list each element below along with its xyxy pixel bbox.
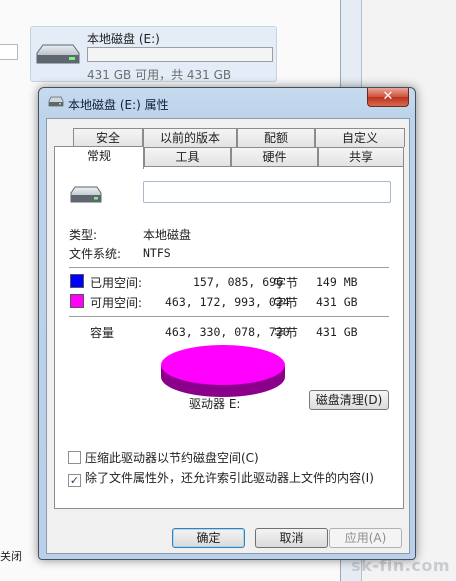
file-system-value: NTFS xyxy=(143,246,171,260)
type-label: 类型: xyxy=(69,228,98,242)
used-space-size: 149 MB xyxy=(316,275,358,289)
free-space-bytes: 463, 172, 993, 024 xyxy=(165,295,290,309)
general-panel: 类型: 本地磁盘 文件系统: NTFS 已用空间: 157, 085, 696 … xyxy=(54,166,404,509)
drive-caption: 驱动器 E: xyxy=(189,395,240,412)
type-value: 本地磁盘 xyxy=(143,228,192,242)
index-label: 除了文件属性外，还允许索引此驱动器上文件的内容(I) xyxy=(85,471,374,485)
divider xyxy=(69,267,389,268)
free-space-size: 431 GB xyxy=(316,295,358,309)
capacity-bytes: 463, 330, 078, 720 xyxy=(165,325,290,339)
file-system-label: 文件系统: xyxy=(69,247,122,261)
used-space-label: 已用空间: xyxy=(90,276,143,290)
hard-drive-icon xyxy=(69,185,103,208)
free-space-label: 可用空间: xyxy=(90,296,143,310)
tab-general[interactable]: 常规 xyxy=(54,146,144,169)
used-space-unit: 字节 xyxy=(274,276,299,290)
compress-label: 压缩此驱动器以节约磁盘空间(C) xyxy=(85,451,259,465)
volume-label-input[interactable] xyxy=(143,181,391,203)
capacity-label: 容量 xyxy=(90,326,115,340)
pie-free-slice xyxy=(161,345,285,385)
compress-checkbox[interactable] xyxy=(68,451,81,464)
free-space-unit: 字节 xyxy=(274,296,299,310)
capacity-size: 431 GB xyxy=(316,325,358,339)
used-space-bytes: 157, 085, 696 xyxy=(193,275,284,289)
index-option[interactable]: ✓ 除了文件属性外，还允许索引此驱动器上文件的内容(I) xyxy=(68,469,374,487)
index-checkbox[interactable]: ✓ xyxy=(68,474,81,487)
used-space-swatch xyxy=(70,274,84,288)
drive-caption-text: 驱动器 E: xyxy=(189,397,241,411)
compress-option[interactable]: 压缩此驱动器以节约磁盘空间(C) xyxy=(68,449,259,466)
disk-cleanup-button[interactable]: 磁盘清理(D) xyxy=(309,390,389,410)
dialog-client: 安全 以前的版本 配额 自定义 常规 工具 硬件 共享 类型: 本地磁盘 文件系… xyxy=(46,118,410,554)
capacity-unit: 字节 xyxy=(274,326,299,340)
divider xyxy=(69,316,389,317)
free-space-swatch xyxy=(70,294,84,308)
disk-usage-pie xyxy=(161,345,285,397)
